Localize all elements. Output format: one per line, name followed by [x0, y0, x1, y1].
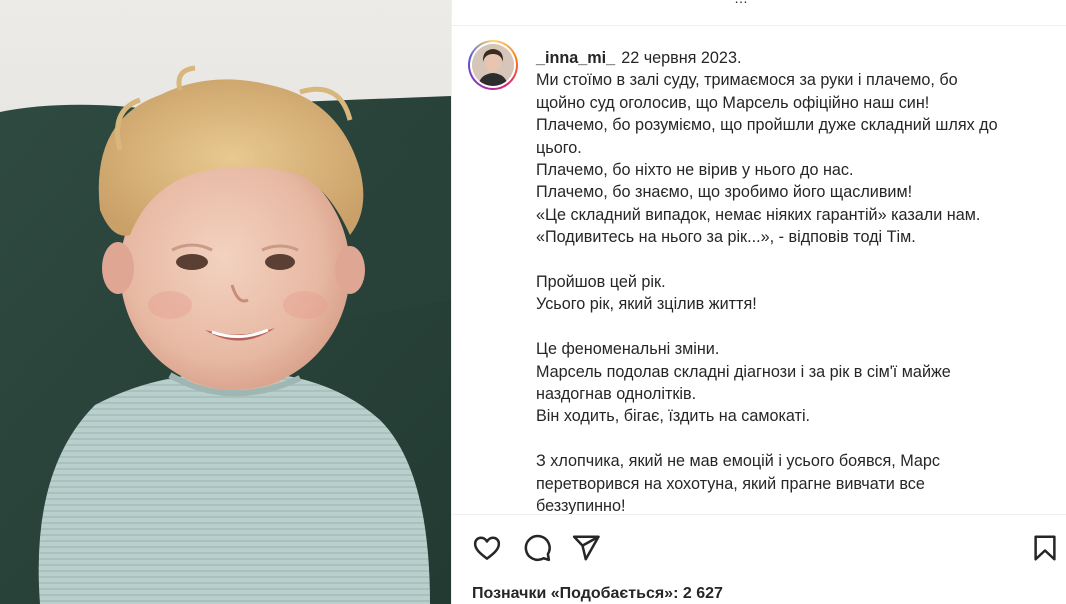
post-photo[interactable]: [0, 0, 451, 604]
speech-bubble-icon[interactable]: [522, 533, 552, 563]
post-actions-bar: Позначки «Подобається»: 2 627: [452, 514, 1066, 604]
bookmark-icon[interactable]: [1030, 533, 1060, 563]
caption-line: перетворився на хохотуна, який прагне ви…: [536, 474, 925, 493]
avatar-story-ring[interactable]: [468, 40, 518, 90]
caption-line: наздогнав однолітків.: [536, 385, 697, 404]
header-fragment: …: [734, 0, 748, 6]
caption-line: щойно суд оголосив, що Марсель офіційно …: [536, 93, 930, 112]
caption-line-blank: [536, 249, 1056, 271]
username-link[interactable]: _inna_mi_: [536, 49, 615, 67]
paper-plane-icon[interactable]: [571, 533, 601, 563]
caption-lines: Ми стоїмо в залі суду, тримаємося за рук…: [536, 69, 1056, 514]
instagram-post: … _inna_mi_22 червня 2: [0, 0, 1066, 604]
child-photo: [0, 0, 451, 604]
caption-line: Плачемо, бо розуміємо, що пройшли дуже с…: [536, 116, 998, 135]
caption-line: «Це складний випадок, немає ніяких гаран…: [536, 205, 981, 224]
caption-line: Марсель подолав складні діагнози і за рі…: [536, 362, 951, 381]
caption-line: Усього рік, який зцілив життя!: [536, 295, 757, 314]
caption-line-blank: [536, 428, 1056, 450]
avatar-border: [470, 42, 516, 88]
avatar-image: [472, 44, 514, 86]
caption-line: беззупинно!: [536, 497, 626, 514]
avatar: [472, 44, 514, 86]
caption-header: _inna_mi_ 22 червня 2023.: [536, 47, 1056, 69]
caption-line: З хлопчика, який не мав емоцій і усього …: [536, 452, 940, 471]
post-side-panel: … _inna_mi_22 червня 2: [451, 0, 1066, 604]
caption-line: «Подивитесь на нього за рік...», - відпо…: [536, 228, 916, 247]
caption-line: Він ходить, бігає, їздить на самокаті.: [536, 407, 811, 426]
caption-line: Це феноменальні зміни.: [536, 340, 720, 359]
caption-line-blank: [536, 316, 1056, 338]
post-date: 22 червня 2023.: [621, 49, 742, 67]
panel-header-strip: …: [452, 0, 1066, 26]
caption-scroll-area[interactable]: _inna_mi_ 22 червня 2023. Ми стоїмо в зал…: [452, 27, 1066, 514]
caption-line: Пройшов цей рік.: [536, 273, 666, 292]
heart-icon[interactable]: [472, 533, 502, 563]
caption-line: Плачемо, бо знаємо, що зробимо його щасл…: [536, 183, 913, 202]
likes-count[interactable]: Позначки «Подобається»: 2 627: [472, 585, 723, 603]
caption-line: Ми стоїмо в залі суду, тримаємося за рук…: [536, 71, 958, 90]
post-caption: _inna_mi_ 22 червня 2023. Ми стоїмо в зал…: [536, 47, 1056, 514]
caption-line: цього.: [536, 138, 582, 157]
caption-line: Плачемо, бо ніхто не вірив у нього до на…: [536, 161, 854, 180]
